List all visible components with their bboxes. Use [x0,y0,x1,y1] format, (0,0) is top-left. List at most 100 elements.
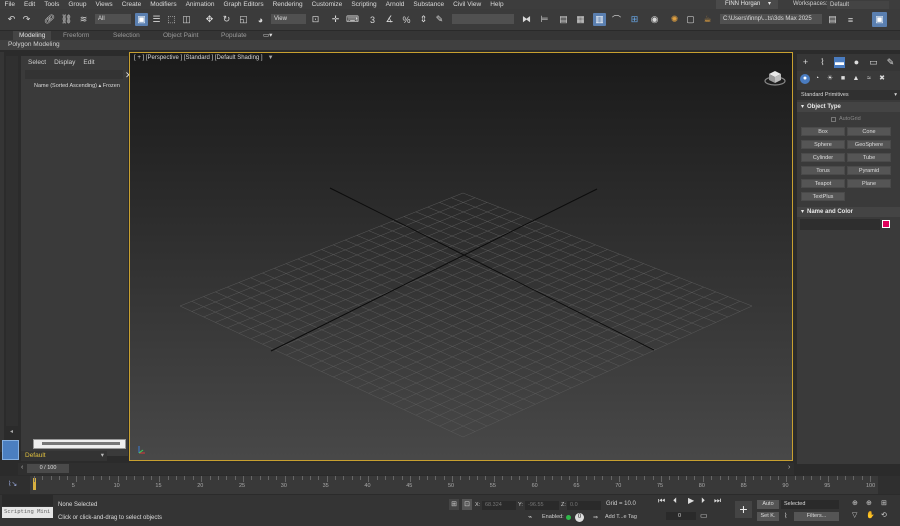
modify-tab-icon[interactable]: ⌇ [817,57,828,68]
menu-graph-editors[interactable]: Graph Editors [219,0,268,9]
rotate-icon[interactable]: ↻ [220,13,233,26]
zoom-all-icon[interactable]: ⊕ [866,499,872,507]
ribbon-toggle-icon[interactable]: ▦ [574,13,587,26]
menu-create[interactable]: Create [117,0,146,9]
set-key-plus-icon[interactable]: + [735,501,752,518]
selection-lock-icon[interactable]: ⊡ [462,499,472,510]
material-editor-icon[interactable]: ◉ [648,13,661,26]
menu-modifiers[interactable]: Modifiers [146,0,181,9]
dock-arrow-icon[interactable]: ◂ [10,428,13,435]
user-account-button[interactable]: FINN Horgan ▾ [716,0,778,9]
menu-views[interactable]: Views [91,0,117,9]
save-workspace-icon[interactable]: ▣ [872,12,887,27]
perspective-viewport[interactable]: [ + ] [Perspective ] [Standard ] [Defaul… [129,52,793,461]
tab-object-paint[interactable]: Object Paint [163,31,198,40]
geometry-icon[interactable]: ● [800,74,810,84]
curve-editor-mini-icon[interactable]: ⌇↘ [8,480,17,488]
box-button[interactable]: Box [801,127,845,136]
viewcube-icon[interactable] [764,67,786,87]
autogrid-checkbox[interactable]: AutoGrid [831,116,861,122]
next-frame-arrow-icon[interactable]: › [788,464,790,471]
link-icon[interactable]: 🔗︎ [43,13,56,26]
rectangular-selection-icon[interactable]: ⬚ [165,13,178,26]
motion-tab-icon[interactable]: ● [851,57,862,68]
named-selection-sets-dropdown[interactable] [452,14,514,24]
key-tangent-icon[interactable]: ⌇ [784,512,787,520]
track-bar-ruler[interactable]: 5 10 15 20 25 30 35 40 45 50 55 60 65 70 75 80 85 90 95 100 [30,476,878,494]
percent-snap-icon[interactable]: % [400,13,413,26]
isolate-selection-icon[interactable]: ⊞ [449,499,459,510]
adaptive-degradation-icon[interactable]: ⌁ [528,513,532,521]
menu-civil-view[interactable]: Civil View [449,0,486,9]
menu-substance[interactable]: Substance [409,0,449,9]
explorer-column-header[interactable]: Name (Sorted Ascending) ▴ Frozen [34,83,120,89]
tab-modeling[interactable]: Modeling [13,31,52,40]
add-time-tag[interactable]: Add T...e Tag [605,514,637,520]
explorer-menu-edit[interactable]: Edit [79,57,98,69]
lights-icon[interactable]: ☀ [825,74,835,84]
zoom-icon[interactable]: ⊕ [852,499,858,507]
time-configuration-icon[interactable]: ▭ [700,511,708,520]
go-to-end-icon[interactable]: ⏭ [714,496,721,506]
set-key-button[interactable]: Set K. [757,512,779,521]
enabled-status-dot[interactable] [566,515,571,520]
previous-frame-icon[interactable]: ⏴ [673,496,677,506]
tab-freeform[interactable]: Freeform [63,31,89,40]
helpers-icon[interactable]: ▲ [851,74,861,84]
previous-frame-arrow-icon[interactable]: ‹ [21,464,23,471]
layer-dropdown[interactable]: Default ▾ [21,451,107,461]
time-tag-icon[interactable]: 0 [575,513,584,522]
angle-snap-icon[interactable]: ∡ [383,13,396,26]
auto-key-button[interactable]: Auto [757,500,779,509]
move-icon[interactable]: ✥ [203,13,216,26]
schematic-view-icon[interactable]: ⊞ [628,13,641,26]
spinner-snap-icon[interactable]: ⇕ [417,13,430,26]
torus-button[interactable]: Torus [801,166,845,175]
redo-icon[interactable]: ↷ [20,13,33,26]
render-setup-icon[interactable]: ✺ [668,13,681,26]
explorer-search-input[interactable] [25,70,123,79]
time-slider[interactable]: ‹ 0 / 100 › [18,463,794,475]
cylinder-button[interactable]: Cylinder [801,153,845,162]
select-manipulate-icon[interactable]: ✛ [329,13,342,26]
ribbon-sub-panel[interactable]: Polygon Modeling [0,40,900,50]
explorer-menu-select[interactable]: Select [24,57,50,69]
menu-tools[interactable]: Tools [40,0,64,9]
menu-scripting[interactable]: Scripting [347,0,381,9]
systems-icon[interactable]: ✖ [877,74,887,84]
curve-editor-icon[interactable]: ⌒ [610,13,623,26]
named-selection-icon[interactable]: ✎ [433,13,446,26]
tube-button[interactable]: Tube [847,153,891,162]
spacewarps-icon[interactable]: ≈ [864,74,874,84]
object-name-input[interactable] [800,219,880,230]
geosphere-button[interactable]: GeoSphere [847,140,891,149]
pan-icon[interactable]: ✋ [866,511,875,519]
menu-help[interactable]: Help [486,0,508,9]
z-coordinate-field[interactable]: 0.0 [567,501,601,510]
current-frame-field[interactable]: 0 [666,512,696,520]
bind-spacewarp-icon[interactable]: ≋ [77,13,90,26]
mirror-icon[interactable]: ⧓ [520,13,533,26]
zoom-extents-icon[interactable]: ⊞ [881,499,887,507]
scene-explorer-toggle-icon[interactable] [2,440,19,460]
create-tab-icon[interactable]: + [800,57,811,68]
textplus-button[interactable]: TextPlus [801,192,845,201]
display-tab-icon[interactable]: ▭ [868,57,879,68]
project-path-dropdown[interactable]: C:\Users\finnp\...ts\3ds Max 2025 [720,14,822,24]
plane-button[interactable]: Plane [847,179,891,188]
cameras-icon[interactable]: ■ [838,74,848,84]
menu-file[interactable]: File [0,0,19,9]
unlink-icon[interactable]: ⛓︎ [60,13,73,26]
reference-coordinate-dropdown[interactable]: View [271,14,306,24]
select-by-name-icon[interactable]: ☰ [150,13,163,26]
window-crossing-icon[interactable]: ◫ [180,13,193,26]
workspaces-dropdown[interactable]: Default [827,1,889,9]
snaps-toggle-icon[interactable]: 3 [366,13,379,26]
toolbar-options-icon[interactable]: ≡ [844,13,857,26]
menu-edit[interactable]: Edit [19,0,39,9]
teapot-button[interactable]: Teapot [801,179,845,188]
object-color-swatch[interactable] [882,220,890,228]
maxscript-listener-input[interactable]: Scripting Mini [2,507,53,518]
shapes-icon[interactable]: ◔ [812,74,822,84]
x-coordinate-field[interactable]: 68.324 [482,501,516,510]
